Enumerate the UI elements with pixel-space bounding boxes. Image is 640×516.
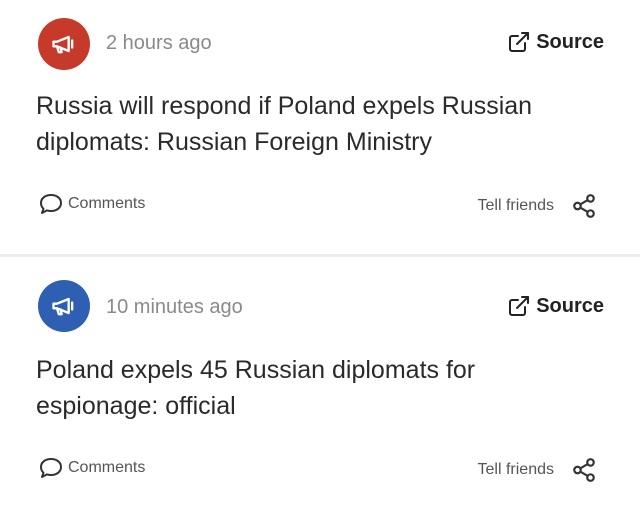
news-card: 2 hours ago Source Russia will respond i… — [0, 0, 640, 256]
tell-friends[interactable]: Tell friends — [478, 454, 600, 486]
headline[interactable]: Poland expels 45 Russian diplomats for e… — [36, 352, 596, 424]
source-label: Source — [536, 294, 604, 317]
external-link-icon — [509, 296, 530, 316]
news-feed: 2 hours ago Source Russia will respond i… — [0, 0, 640, 516]
tell-friends-label: Tell friends — [477, 197, 554, 214]
share-button[interactable] — [568, 454, 600, 486]
external-link-icon — [509, 32, 530, 52]
share-button[interactable] — [568, 190, 600, 222]
comments-button[interactable]: Comments — [38, 456, 145, 480]
news-card: 10 minutes ago Source Poland expels 45 R… — [0, 256, 640, 516]
timestamp: 2 hours ago — [106, 32, 212, 54]
avatar[interactable] — [38, 280, 90, 332]
comment-bubble-icon — [40, 194, 62, 214]
comments-label: Comments — [68, 459, 146, 476]
comments-label: Comments — [68, 195, 146, 212]
tell-friends-label: Tell friends — [477, 461, 554, 478]
megaphone-icon — [52, 35, 74, 54]
tell-friends[interactable]: Tell friends — [478, 190, 600, 222]
avatar[interactable] — [38, 18, 90, 70]
share-icon — [573, 458, 595, 482]
source-link[interactable]: Source — [507, 30, 604, 54]
megaphone-icon — [52, 297, 74, 316]
comment-bubble-icon — [40, 458, 62, 478]
headline[interactable]: Russia will respond if Poland expels Rus… — [36, 88, 596, 160]
comments-button[interactable]: Comments — [38, 192, 145, 216]
timestamp: 10 minutes ago — [106, 296, 243, 318]
source-label: Source — [536, 30, 604, 53]
source-link[interactable]: Source — [507, 294, 604, 318]
share-icon — [573, 194, 595, 218]
